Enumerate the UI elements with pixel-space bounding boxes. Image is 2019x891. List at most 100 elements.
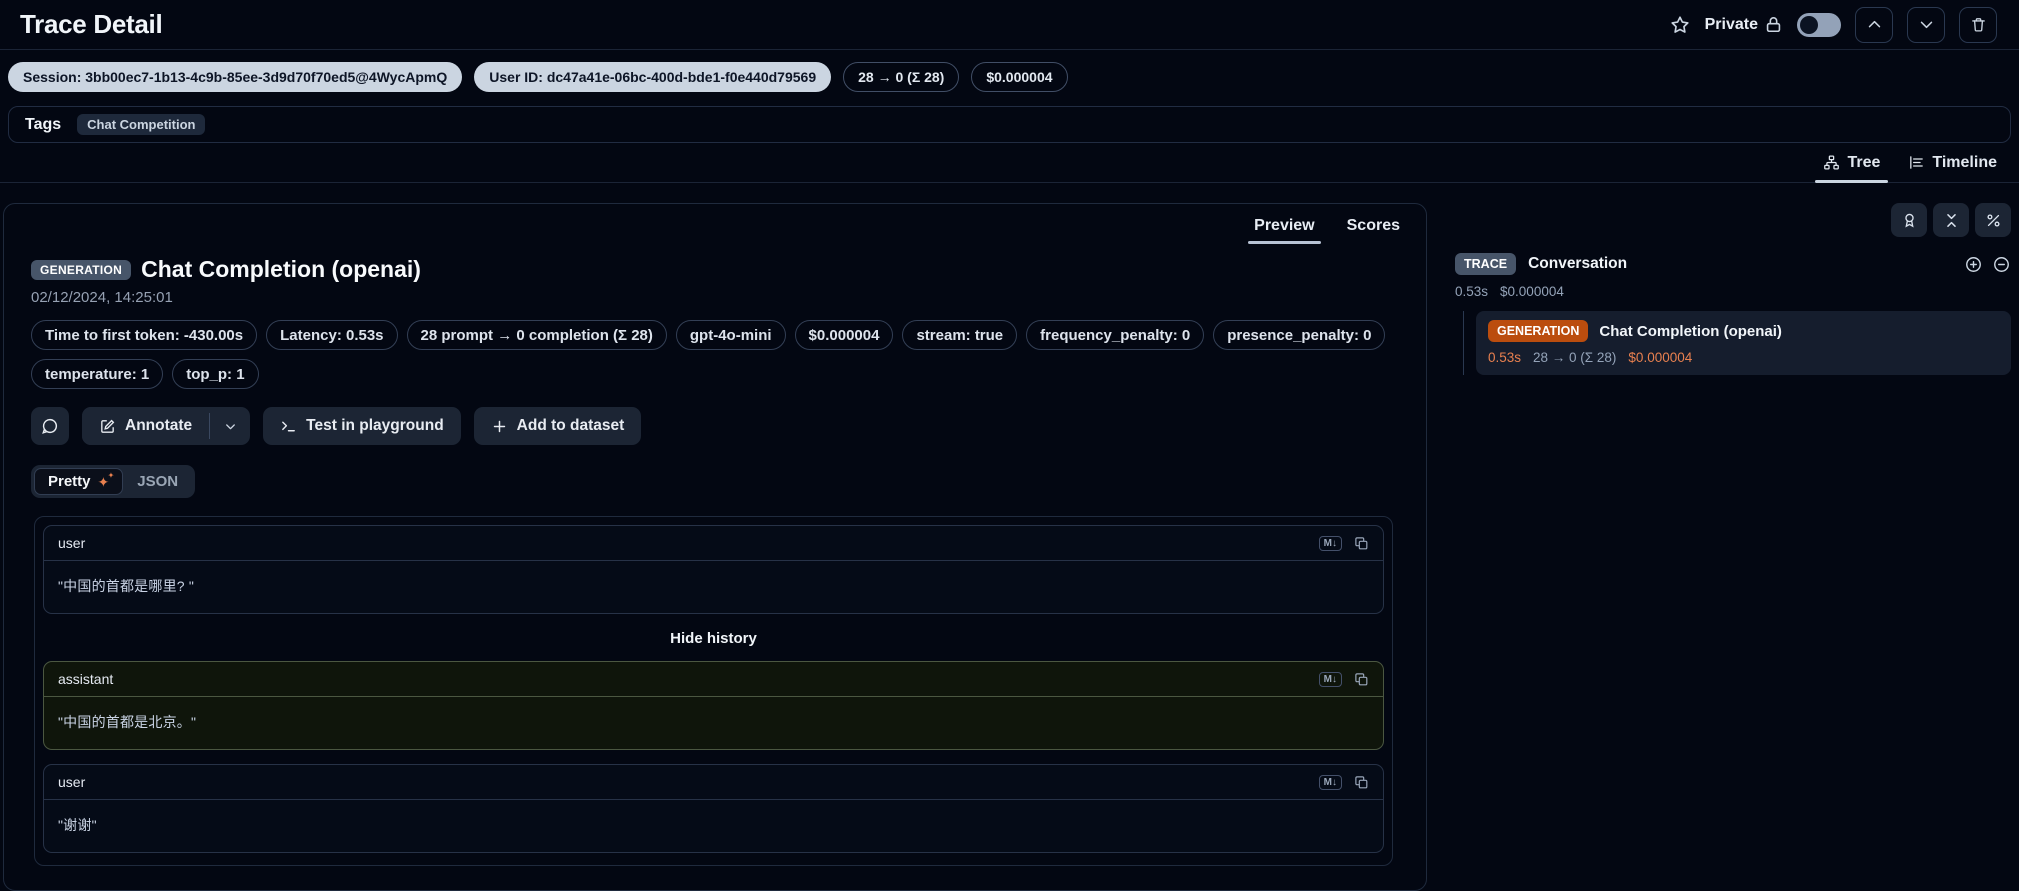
observation-body: GENERATION Chat Completion (openai) 02/1… xyxy=(4,248,1426,890)
user-id-badge[interactable]: User ID: dc47a41e-06bc-400d-bde1-f0e440d… xyxy=(474,62,831,92)
tree-toolbar xyxy=(1455,203,2011,237)
format-json-button[interactable]: JSON xyxy=(123,468,192,495)
next-trace-button[interactable] xyxy=(1907,7,1945,43)
copy-icon[interactable] xyxy=(1354,536,1369,551)
tag-chat-competition[interactable]: Chat Competition xyxy=(77,114,205,135)
percent-icon xyxy=(1985,212,2002,229)
format-toggle: Pretty ✦✦ JSON xyxy=(31,465,195,498)
chat-bubble-icon xyxy=(41,417,59,435)
tab-tree-label: Tree xyxy=(1847,154,1880,172)
message-role: user xyxy=(58,535,85,551)
chevron-up-icon xyxy=(1866,16,1883,33)
node-tokens: 28 → 0 (Σ 28) xyxy=(1533,350,1616,365)
trace-latency: 0.53s xyxy=(1455,284,1488,299)
node-header: GENERATION Chat Completion (openai) xyxy=(1488,320,1999,342)
tab-timeline-label: Timeline xyxy=(1932,154,1997,172)
public-toggle[interactable] xyxy=(1797,13,1841,37)
message-header: user M↓ xyxy=(44,765,1383,800)
plus-icon xyxy=(491,418,508,435)
annotate-dropdown-button[interactable] xyxy=(210,407,250,445)
json-label: JSON xyxy=(137,473,178,490)
message-tools: M↓ xyxy=(1319,672,1369,687)
previous-trace-button[interactable] xyxy=(1855,7,1893,43)
pretty-label: Pretty xyxy=(48,473,91,490)
collapse-all-icon[interactable] xyxy=(1992,255,2011,274)
trash-icon xyxy=(1970,16,1987,33)
trace-stats: 0.53s $0.000004 xyxy=(1455,284,2011,299)
tree-node-generation[interactable]: GENERATION Chat Completion (openai) 0.53… xyxy=(1476,311,2011,375)
chip-cost: $0.000004 xyxy=(795,320,894,350)
message-assistant-1: assistant M↓ "中国的首都是北京。" xyxy=(43,661,1384,750)
chip-top-p: top_p: 1 xyxy=(172,359,258,389)
delete-trace-button[interactable] xyxy=(1959,7,1997,43)
chip-frequency-penalty: frequency_penalty: 0 xyxy=(1026,320,1204,350)
observation-title: Chat Completion (openai) xyxy=(141,256,421,283)
comment-button[interactable] xyxy=(31,407,69,445)
chip-presence-penalty: presence_penalty: 0 xyxy=(1213,320,1385,350)
message-role: assistant xyxy=(58,671,113,687)
chip-latency: Latency: 0.53s xyxy=(266,320,397,350)
chip-temperature: temperature: 1 xyxy=(31,359,163,389)
chip-token-usage: 28 prompt → 0 completion (Σ 28) xyxy=(407,320,667,350)
message-header: user M↓ xyxy=(44,526,1383,561)
message-content: "中国的首都是北京。" xyxy=(44,697,1383,749)
token-usage-badge: 28 → 0 (Σ 28) xyxy=(843,62,959,92)
expand-all-icon[interactable] xyxy=(1964,255,1983,274)
tab-timeline[interactable]: Timeline xyxy=(1896,143,2009,182)
format-pretty-button[interactable]: Pretty ✦✦ xyxy=(34,468,123,495)
markdown-toggle-icon[interactable]: M↓ xyxy=(1319,672,1342,687)
tab-preview[interactable]: Preview xyxy=(1242,204,1326,248)
dataset-label: Add to dataset xyxy=(517,417,625,435)
markdown-toggle-icon[interactable]: M↓ xyxy=(1319,536,1342,551)
message-content: "中国的首都是哪里? " xyxy=(44,561,1383,613)
trace-expand-controls xyxy=(1964,255,2011,274)
toggle-scores-button[interactable] xyxy=(1891,203,1927,237)
add-to-dataset-button[interactable]: Add to dataset xyxy=(474,407,642,445)
collapse-all-button[interactable] xyxy=(1933,203,1969,237)
copy-icon[interactable] xyxy=(1354,775,1369,790)
edit-square-icon xyxy=(99,418,116,435)
main-area: Preview Scores GENERATION Chat Completio… xyxy=(0,183,2019,891)
node-stats: 0.53s 28 → 0 (Σ 28) $0.000004 xyxy=(1488,350,1999,365)
hide-history-button[interactable]: Hide history xyxy=(43,618,1384,661)
timeline-icon xyxy=(1908,154,1925,171)
bookmark-star-icon[interactable] xyxy=(1669,14,1691,36)
toggle-metrics-button[interactable] xyxy=(1975,203,2011,237)
top-bar-actions: Private xyxy=(1669,7,1997,43)
tree-children: GENERATION Chat Completion (openai) 0.53… xyxy=(1463,311,2011,375)
chevron-down-icon xyxy=(1918,16,1935,33)
tab-tree[interactable]: Tree xyxy=(1811,143,1892,182)
lock-icon xyxy=(1764,15,1783,34)
observation-actions: Annotate Test in playground Add to datas… xyxy=(31,407,1396,445)
tab-scores[interactable]: Scores xyxy=(1335,204,1412,248)
markdown-toggle-icon[interactable]: M↓ xyxy=(1319,775,1342,790)
session-badge[interactable]: Session: 3bb00ec7-1b13-4c9b-85ee-3d9d70f… xyxy=(8,62,462,92)
node-cost: $0.000004 xyxy=(1628,350,1692,365)
observation-timestamp: 02/12/2024, 14:25:01 xyxy=(31,289,1396,306)
trace-tree-panel: TRACE Conversation 0.53s $0.000004 GENER… xyxy=(1455,203,2011,375)
view-tabs: Tree Timeline xyxy=(0,143,2019,183)
message-content: "谢谢" xyxy=(44,800,1383,852)
tags-label: Tags xyxy=(25,116,61,134)
annotate-button[interactable]: Annotate xyxy=(82,407,209,445)
chevron-down-icon xyxy=(223,419,238,434)
observation-metrics: Time to first token: -430.00s Latency: 0… xyxy=(31,320,1396,389)
message-tools: M↓ xyxy=(1319,775,1369,790)
copy-icon[interactable] xyxy=(1354,672,1369,687)
terminal-icon xyxy=(280,418,297,435)
observation-tabs: Preview Scores xyxy=(4,204,1426,248)
observation-header: GENERATION Chat Completion (openai) xyxy=(31,256,1396,283)
trace-root-row[interactable]: TRACE Conversation xyxy=(1455,253,2011,275)
tags-container: Tags Chat Competition xyxy=(8,106,2011,143)
message-user-2: user M↓ "谢谢" xyxy=(43,764,1384,853)
message-user-1: user M↓ "中国的首都是哪里? " xyxy=(43,525,1384,614)
trace-cost: $0.000004 xyxy=(1500,284,1564,299)
generation-badge: GENERATION xyxy=(1488,320,1588,342)
messages-container: user M↓ "中国的首都是哪里? " Hide history assist… xyxy=(34,516,1393,866)
node-latency: 0.53s xyxy=(1488,350,1521,365)
observation-card: Preview Scores GENERATION Chat Completio… xyxy=(3,203,1427,891)
chip-stream: stream: true xyxy=(902,320,1017,350)
test-in-playground-button[interactable]: Test in playground xyxy=(263,407,461,445)
sparkles-icon: ✦✦ xyxy=(98,475,110,489)
message-header: assistant M↓ xyxy=(44,662,1383,697)
